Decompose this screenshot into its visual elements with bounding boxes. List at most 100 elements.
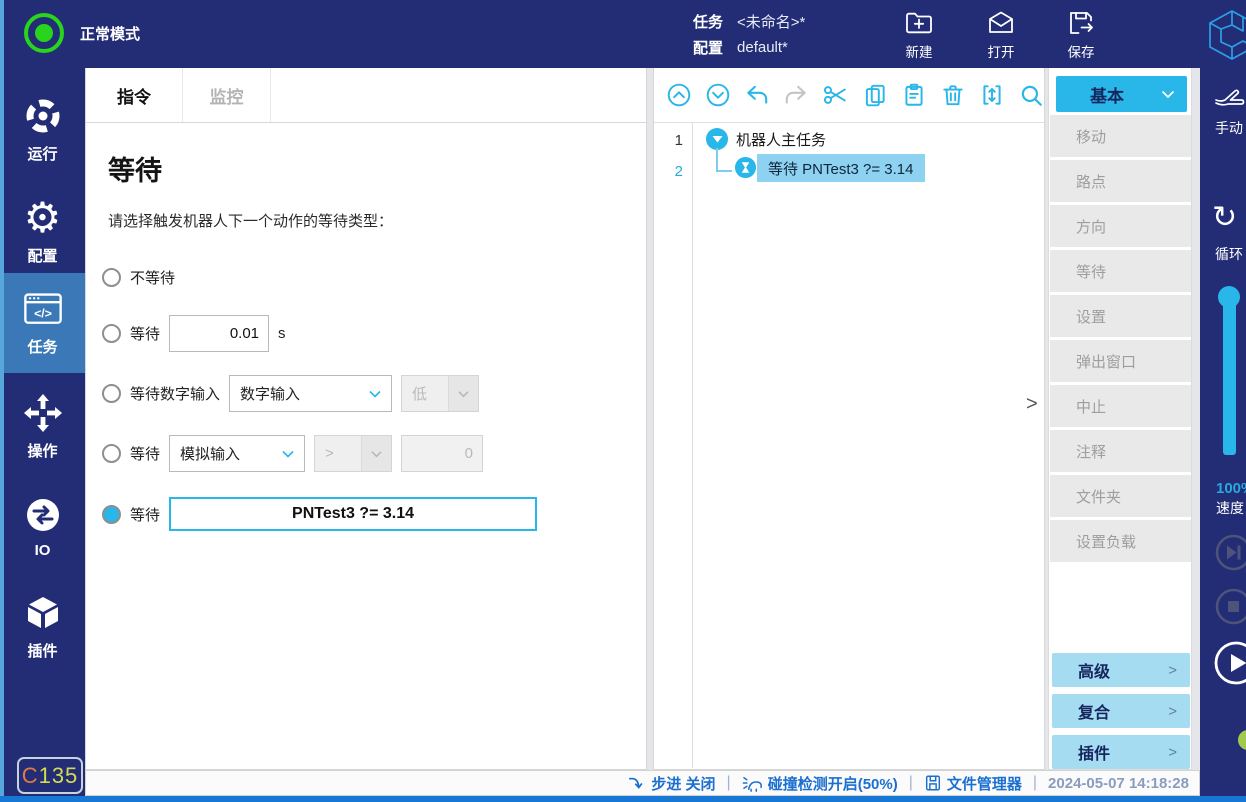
open-task-button[interactable]: 打开 xyxy=(972,8,1030,61)
collapse-icon[interactable] xyxy=(706,128,728,150)
tree-row-main-task[interactable]: 机器人主任务 xyxy=(706,126,826,152)
collision-status-label: 碰撞检测开启(50%) xyxy=(768,773,898,794)
save-task-button[interactable]: 保存 xyxy=(1052,8,1110,61)
wait-expression-input[interactable] xyxy=(169,497,537,531)
collision-status[interactable]: 碰撞检测开启(50%) xyxy=(742,773,898,794)
menu-group-composite[interactable]: 复合 > xyxy=(1052,694,1190,728)
sidebar-item-plugin[interactable]: 插件 xyxy=(0,585,85,669)
step-mode-label: 步进 关闭 xyxy=(651,773,715,794)
new-task-button[interactable]: 新建 xyxy=(890,8,948,61)
menu-item-wait[interactable]: 等待 xyxy=(1050,250,1191,292)
menu-group-advanced[interactable]: 高级> xyxy=(1052,653,1190,687)
menu-item-payload[interactable]: 设置负载 xyxy=(1050,520,1191,562)
menu-group-label: 插件 xyxy=(1078,740,1110,764)
sidebar-item-io[interactable]: IO xyxy=(0,485,85,569)
sidebar-item-label: 任务 xyxy=(27,336,57,357)
menu-item-abort[interactable]: 中止 xyxy=(1050,385,1191,427)
play-button[interactable] xyxy=(1213,640,1246,691)
code-window-icon: </> xyxy=(23,289,63,329)
task-name-label: 任务 xyxy=(693,11,723,32)
copy-button[interactable] xyxy=(861,82,887,109)
menu-item-move[interactable]: 移动 xyxy=(1050,115,1191,157)
chevron-down-icon xyxy=(282,450,294,458)
digital-input-select[interactable]: 数字输入 xyxy=(229,375,392,412)
config-name-value: default* xyxy=(737,39,788,56)
redo-button[interactable] xyxy=(783,82,809,109)
menu-item-set[interactable]: 设置 xyxy=(1050,295,1191,337)
step-forward-button[interactable] xyxy=(1215,534,1246,576)
wait-time-radio[interactable] xyxy=(102,324,121,343)
menu-group-plugin[interactable]: 插件> xyxy=(1052,735,1190,769)
sidebar-item-task[interactable]: </> 任务 xyxy=(0,273,85,373)
bottom-accent-strip xyxy=(0,796,1246,802)
stop-button[interactable] xyxy=(1215,588,1246,630)
sidebar-item-config[interactable]: ⚙ 配置 xyxy=(0,190,85,274)
replace-button[interactable] xyxy=(979,82,1005,109)
option-no-wait: 不等待 xyxy=(102,267,646,288)
controller-badge-number: 135 xyxy=(39,763,79,789)
wait-expression-label: 等待 xyxy=(130,504,160,525)
delete-button[interactable] xyxy=(940,82,966,109)
analog-input-select-value: 模拟输入 xyxy=(180,443,240,464)
analog-operator-select[interactable]: > xyxy=(314,435,392,472)
analog-input-select[interactable]: 模拟输入 xyxy=(169,435,305,472)
normal-mode-dot xyxy=(35,24,53,42)
task-name-value: <未命名>* xyxy=(737,11,805,32)
panel-expander-chevron[interactable]: > xyxy=(1026,393,1038,416)
partial-button[interactable] xyxy=(1238,730,1246,750)
tab-instruction[interactable]: 指令 xyxy=(86,68,183,122)
option-wait-time: 等待 s xyxy=(102,315,646,352)
speed-slider-track[interactable] xyxy=(1223,302,1236,455)
topbar: 正常模式 任务 <未命名>* 配置 default* 新建 打开 保存 xyxy=(0,0,1246,68)
menu-group-label: 复合 xyxy=(1078,699,1110,723)
sidebar-nav: 运行 ⚙ 配置 </> 任务 操作 IO 插件 xyxy=(0,68,85,796)
undo-button[interactable] xyxy=(744,82,770,109)
search-button[interactable] xyxy=(1018,82,1044,109)
wait-digital-radio[interactable] xyxy=(102,384,121,403)
chevron-down-icon xyxy=(369,390,381,398)
file-manager-status[interactable]: 文件管理器 xyxy=(924,773,1022,794)
sidebar-item-operate[interactable]: 操作 xyxy=(0,385,85,469)
gear-icon: ⚙ xyxy=(23,198,63,238)
digital-level-select[interactable]: 低 xyxy=(401,375,479,412)
tree-connector xyxy=(716,170,732,172)
speed-label: 速度 xyxy=(1216,498,1244,518)
wait-analog-radio[interactable] xyxy=(102,444,121,463)
tab-monitor[interactable]: 监控 xyxy=(183,68,271,122)
menu-item-folder[interactable]: 文件夹 xyxy=(1050,475,1191,517)
open-icon xyxy=(986,8,1016,38)
tree-row-wait-selected[interactable]: 等待 PNTest3 ?= 3.14 xyxy=(757,154,925,182)
manual-hand-icon[interactable] xyxy=(1213,82,1246,115)
move-up-button[interactable] xyxy=(666,82,692,109)
sidebar-item-label: IO xyxy=(35,542,51,559)
menu-item-comment[interactable]: 注释 xyxy=(1050,430,1191,472)
wait-expression-radio[interactable] xyxy=(102,505,121,524)
analog-threshold-input[interactable] xyxy=(401,435,483,472)
sidebar-item-run[interactable]: 运行 xyxy=(0,88,85,172)
save-task-label: 保存 xyxy=(1068,41,1095,61)
cut-button[interactable] xyxy=(822,82,848,109)
step-mode-status[interactable]: 步进 关闭 xyxy=(627,773,715,794)
statusbar: 步进 关闭 | 碰撞检测开启(50%) | 文件管理器 | 2024-05-07… xyxy=(85,770,1200,796)
menu-group-label: 高级 xyxy=(1078,658,1110,682)
normal-mode-icon xyxy=(24,13,64,53)
menu-item-direction[interactable]: 方向 xyxy=(1050,205,1191,247)
loop-icon[interactable]: ↻ xyxy=(1212,200,1237,235)
app-root: 正常模式 任务 <未命名>* 配置 default* 新建 打开 保存 xyxy=(0,0,1246,802)
paste-button[interactable] xyxy=(901,82,927,109)
wait-time-input[interactable] xyxy=(169,315,269,352)
no-wait-radio[interactable] xyxy=(102,268,121,287)
option-wait-expression: 等待 xyxy=(102,497,646,531)
status-divider: | xyxy=(1033,774,1037,792)
move-down-button[interactable] xyxy=(705,82,731,109)
chevron-right-icon: > xyxy=(1168,703,1177,720)
sidebar-item-label: 运行 xyxy=(27,143,57,164)
step-icon xyxy=(627,774,646,793)
menu-item-popup[interactable]: 弹出窗口 xyxy=(1050,340,1191,382)
menu-header-basic[interactable]: 基本 xyxy=(1056,76,1187,112)
line-number-gutter: 1 2 xyxy=(654,123,693,768)
wait-analog-label: 等待 xyxy=(130,443,160,464)
sidebar-item-label: 操作 xyxy=(27,440,57,461)
collision-icon xyxy=(742,774,763,793)
menu-item-waypoint[interactable]: 路点 xyxy=(1050,160,1191,202)
